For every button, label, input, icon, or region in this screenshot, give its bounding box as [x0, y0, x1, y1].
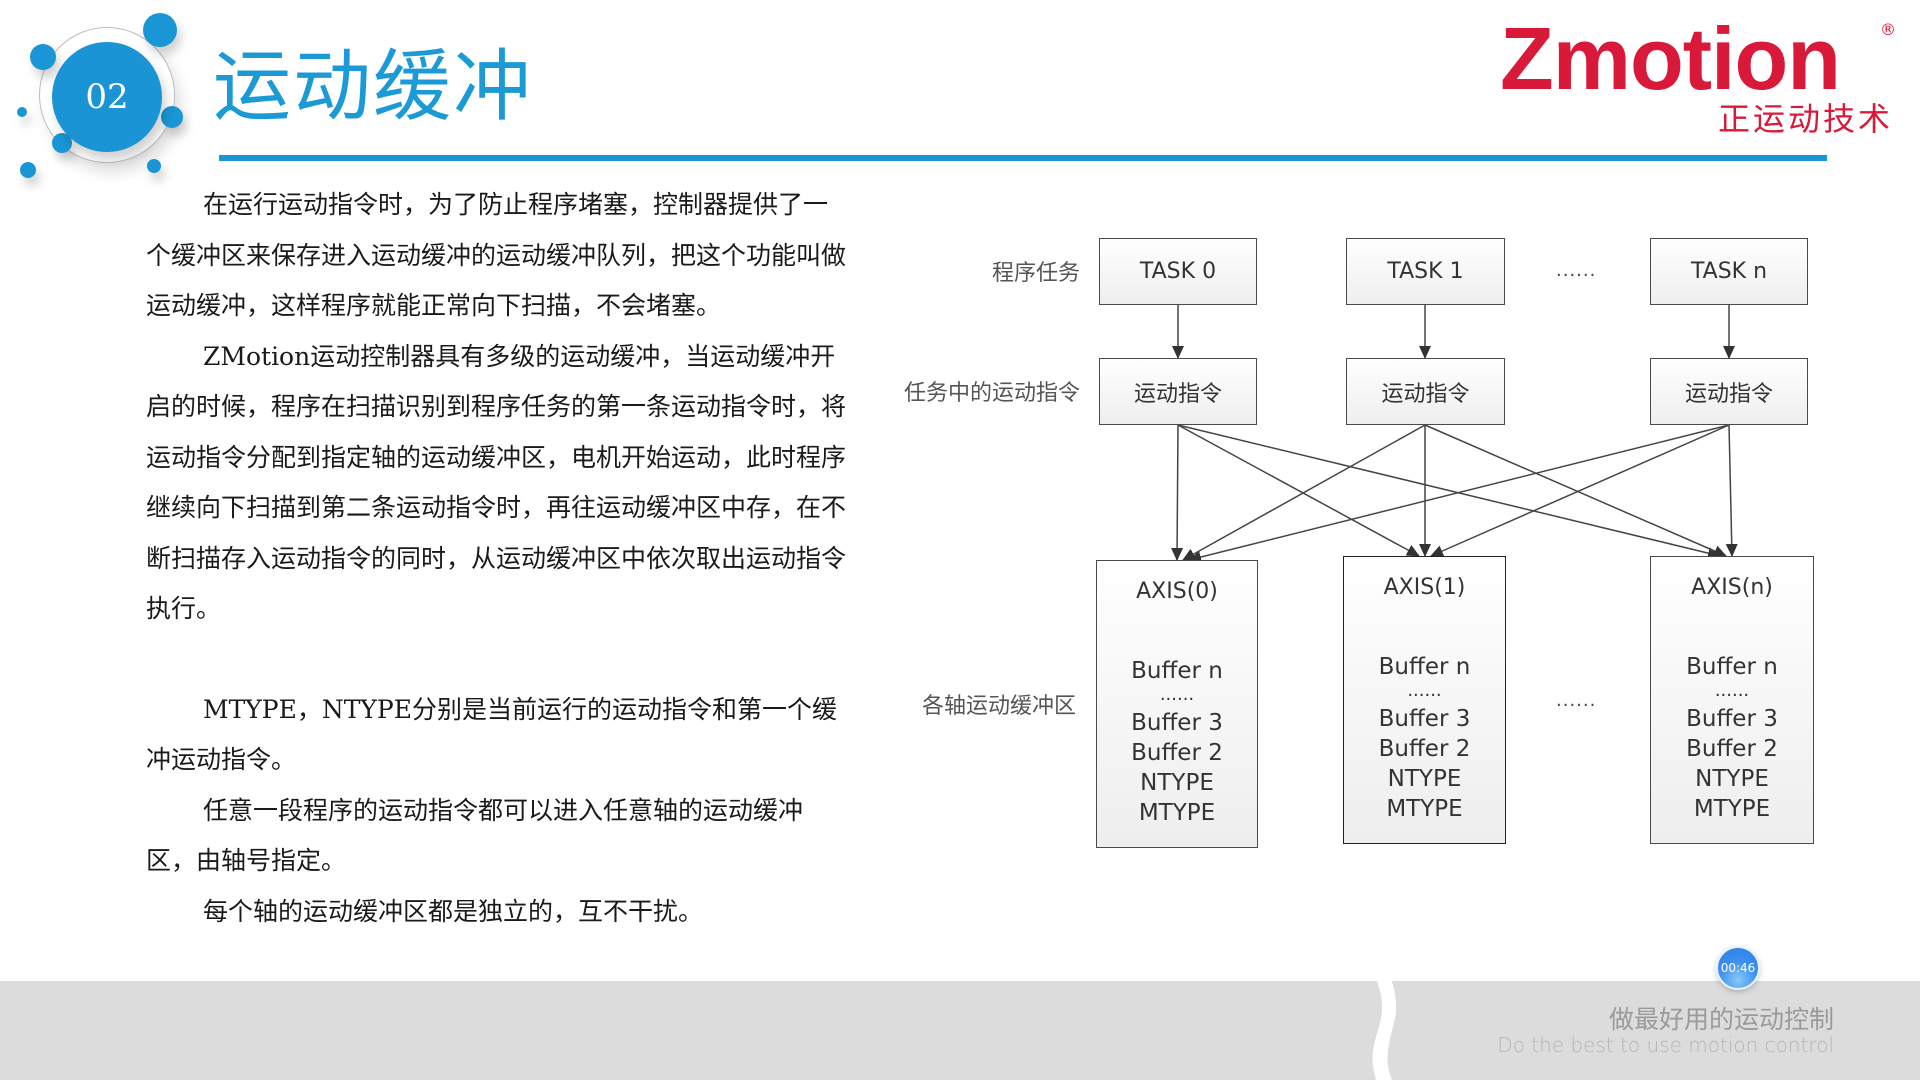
command-to-axis-arrow: [1424, 424, 1727, 557]
title-underline: [219, 155, 1827, 161]
recording-timer-button[interactable]: 00:46: [1716, 946, 1760, 990]
paragraph-multilevel-buffer: ZMotion运动控制器具有多级的运动缓冲，当运动缓冲开启的时候，程序在扫描识别…: [146, 341, 847, 624]
section-badge: 02: [0, 0, 200, 200]
zmotion-logo: Zmotion ® 正运动技术: [1500, 9, 1900, 139]
paragraph-independent: 每个轴的运动缓冲区都是独立的，互不干扰。: [203, 896, 704, 926]
mtype: MTYPE: [1693, 796, 1771, 822]
buffer-2: Buffer 2: [1131, 740, 1223, 766]
task-box-n: TASK n: [1650, 238, 1808, 305]
logo-wordmark: Zmotion: [1500, 9, 1841, 108]
command-box-n: 运动指令: [1650, 358, 1808, 425]
command-to-axis-arrow: [1188, 424, 1730, 563]
buffer-3: Buffer 3: [1686, 706, 1778, 732]
mtype: MTYPE: [1386, 796, 1463, 822]
command-to-axis-arrow: [1177, 424, 1721, 560]
command-box-1: 运动指令: [1346, 358, 1505, 425]
footer-slogan-chinese: 做最好用的运动控制: [1608, 1005, 1834, 1034]
buffer-ellipsis: ......: [1714, 680, 1750, 701]
buffer-3: Buffer 3: [1378, 706, 1471, 732]
buffer-2: Buffer 2: [1378, 736, 1471, 762]
command-to-axis-arrow: [1171, 424, 1184, 561]
row-label-commands: 任务中的运动指令: [903, 381, 1080, 406]
registered-mark-icon: ®: [1880, 20, 1896, 39]
command-box-0: 运动指令: [1099, 358, 1257, 425]
badge-dot: [161, 106, 183, 128]
axis-buffer-n: AXIS(n) Buffer n ...... Buffer 3 Buffer …: [1650, 556, 1814, 844]
badge-dot: [143, 13, 177, 47]
paragraph-motion-buffer-intro: 在运行运动指令时，为了防止程序堵塞，控制器提供了一个缓冲区来保存进入运动缓冲的运…: [146, 190, 847, 320]
paragraph-any-axis: 任意一段程序的运动指令都可以进入任意轴的运动缓冲区，由轴号指定。: [146, 795, 804, 876]
badge-dot: [17, 107, 27, 117]
axis-title: AXIS(0): [1136, 579, 1218, 604]
badge-dot: [30, 44, 56, 70]
command-to-axis-arrow: [1182, 424, 1426, 561]
buffer-ellipsis: ......: [1159, 684, 1195, 705]
task-ellipsis: ......: [1556, 260, 1597, 281]
axis-ellipsis: ......: [1556, 690, 1597, 711]
axis-title: AXIS(1): [1383, 575, 1466, 600]
command-to-axis-arrow: [1725, 424, 1738, 557]
task-box-0: TASK 0: [1099, 238, 1257, 305]
axis-buffer-0: AXIS(0) Buffer n ...... Buffer 3 Buffer …: [1096, 560, 1258, 848]
badge-dot: [147, 159, 161, 173]
axis-title: AXIS(n): [1691, 575, 1773, 600]
paragraph-mtype-ntype: MTYPE，NTYPE分别是当前运行的运动指令和第一个缓冲运动指令。: [146, 694, 837, 775]
buffer-2: Buffer 2: [1686, 736, 1778, 762]
command-to-axis-arrow: [1430, 424, 1730, 557]
row-label-tasks: 程序任务: [991, 261, 1080, 286]
page-title: 运动缓冲: [213, 42, 534, 132]
command-to-axis-arrow: [1177, 424, 1420, 557]
badge-dot: [20, 162, 36, 178]
ntype: NTYPE: [1695, 766, 1769, 792]
buffer-3: Buffer 3: [1131, 710, 1223, 736]
footer-wave-divider: [1368, 960, 1397, 1080]
body-text: 在运行运动指令时，为了防止程序堵塞，控制器提供了一个缓冲区来保存进入运动缓冲的运…: [146, 180, 846, 937]
row-label-buffers: 各轴运动缓冲区: [921, 694, 1076, 719]
task-box-1: TASK 1: [1346, 238, 1505, 305]
axis-buffer-1: AXIS(1) Buffer n ...... Buffer 3 Buffer …: [1343, 556, 1506, 844]
ntype: NTYPE: [1387, 766, 1462, 792]
mtype: MTYPE: [1138, 800, 1216, 826]
ntype: NTYPE: [1140, 770, 1214, 796]
footer-slogan-english: Do the best to use motion control: [1497, 1033, 1834, 1057]
section-number: 02: [52, 42, 162, 152]
buffer-ellipsis: ......: [1407, 680, 1442, 701]
logo-chinese-name: 正运动技术: [1718, 100, 1894, 138]
